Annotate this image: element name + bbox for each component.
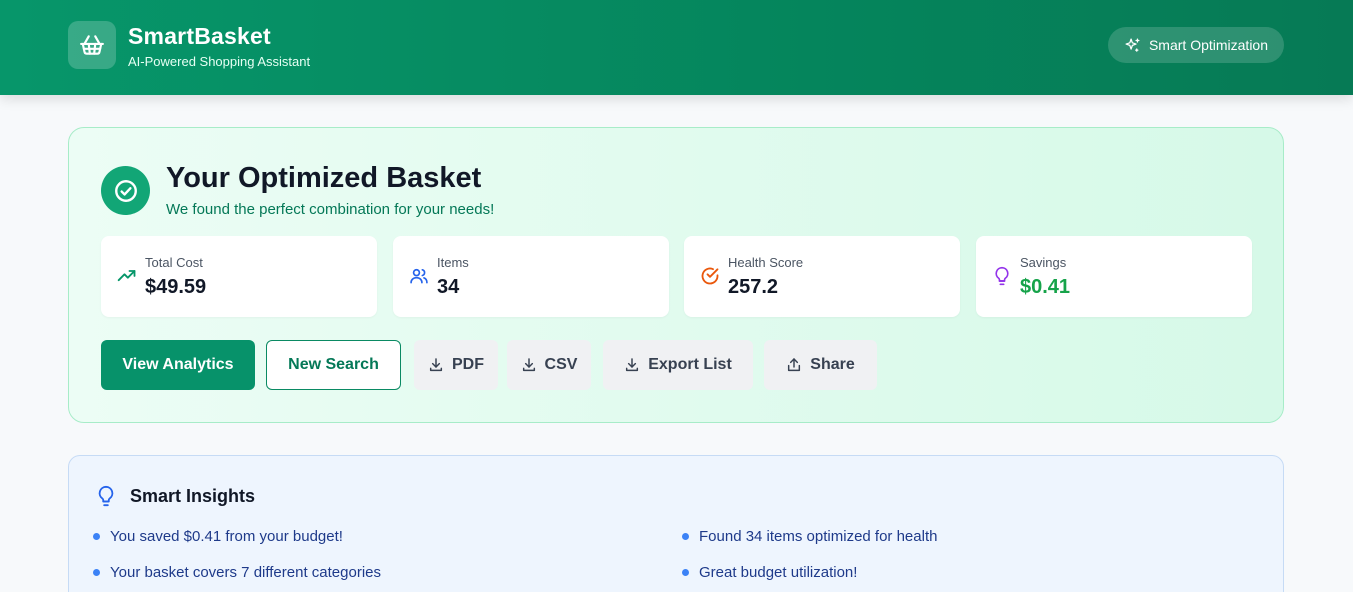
bullet bbox=[682, 533, 689, 540]
check-circle-icon bbox=[701, 267, 719, 285]
stat-savings: Savings $0.41 bbox=[976, 236, 1252, 317]
basket-icon bbox=[80, 35, 104, 55]
list-item: Your basket covers 7 different categorie… bbox=[93, 564, 381, 581]
smart-insights-panel: Smart Insights You saved $0.41 from your… bbox=[68, 455, 1284, 592]
insight-text: Found 34 items optimized for health bbox=[699, 528, 938, 545]
csv-button[interactable]: CSV bbox=[507, 340, 591, 390]
insight-text: Your basket covers 7 different categorie… bbox=[110, 564, 381, 581]
list-item: Found 34 items optimized for health bbox=[682, 528, 937, 545]
insight-text: You saved $0.41 from your budget! bbox=[110, 528, 343, 545]
stat-label: Items bbox=[437, 255, 469, 270]
stat-total-cost: Total Cost $49.59 bbox=[101, 236, 377, 317]
insights-title: Smart Insights bbox=[130, 486, 256, 506]
basket-subtitle: We found the perfect combination for you… bbox=[166, 201, 495, 218]
stat-value: $49.59 bbox=[145, 276, 207, 298]
bullet bbox=[93, 533, 100, 540]
download-icon bbox=[522, 358, 535, 372]
trending-up-icon bbox=[117, 270, 136, 282]
stat-label: Total Cost bbox=[145, 255, 203, 270]
smart-optimization-label: Smart Optimization bbox=[1148, 37, 1269, 53]
stat-value: 257.2 bbox=[728, 276, 779, 298]
brand-title: SmartBasket bbox=[128, 23, 271, 49]
list-item: Great budget utilization! bbox=[682, 564, 857, 581]
new-search-button[interactable]: New Search bbox=[266, 340, 401, 390]
optimized-basket-card: Your Optimized Basket We found the perfe… bbox=[68, 127, 1284, 423]
basket-title: Your Optimized Basket bbox=[166, 162, 482, 194]
stat-label: Health Score bbox=[728, 255, 804, 270]
app-header: SmartBasket AI-Powered Shopping Assistan… bbox=[0, 0, 1353, 95]
bullet bbox=[93, 569, 100, 576]
logo bbox=[68, 21, 116, 69]
csv-label: CSV bbox=[544, 356, 578, 373]
pdf-button[interactable]: PDF bbox=[414, 340, 498, 390]
export-list-button[interactable]: Export List bbox=[603, 340, 753, 390]
lightbulb-icon bbox=[98, 485, 114, 507]
list-item: You saved $0.41 from your budget! bbox=[93, 528, 343, 545]
stat-label: Savings bbox=[1020, 255, 1067, 270]
sparkles-icon bbox=[1125, 37, 1140, 52]
export-list-label: Export List bbox=[648, 356, 732, 373]
share-icon bbox=[788, 358, 801, 372]
stat-value: $0.41 bbox=[1020, 276, 1071, 298]
check-circle-icon bbox=[114, 179, 137, 202]
bullet bbox=[682, 569, 689, 576]
share-button[interactable]: Share bbox=[764, 340, 877, 390]
stat-value: 34 bbox=[437, 276, 460, 298]
success-badge bbox=[101, 166, 150, 215]
brand-tagline: AI-Powered Shopping Assistant bbox=[128, 54, 311, 69]
users-icon bbox=[410, 268, 428, 284]
pdf-label: PDF bbox=[452, 356, 484, 373]
insight-text: Great budget utilization! bbox=[699, 564, 858, 581]
download-icon bbox=[626, 358, 639, 372]
view-analytics-button[interactable]: View Analytics bbox=[101, 340, 255, 390]
stat-items: Items 34 bbox=[393, 236, 669, 317]
lightbulb-icon bbox=[995, 266, 1009, 286]
share-label: Share bbox=[810, 356, 855, 373]
smart-optimization-button[interactable]: Smart Optimization bbox=[1108, 27, 1284, 63]
download-icon bbox=[429, 358, 443, 372]
stat-health-score: Health Score 257.2 bbox=[684, 236, 960, 317]
